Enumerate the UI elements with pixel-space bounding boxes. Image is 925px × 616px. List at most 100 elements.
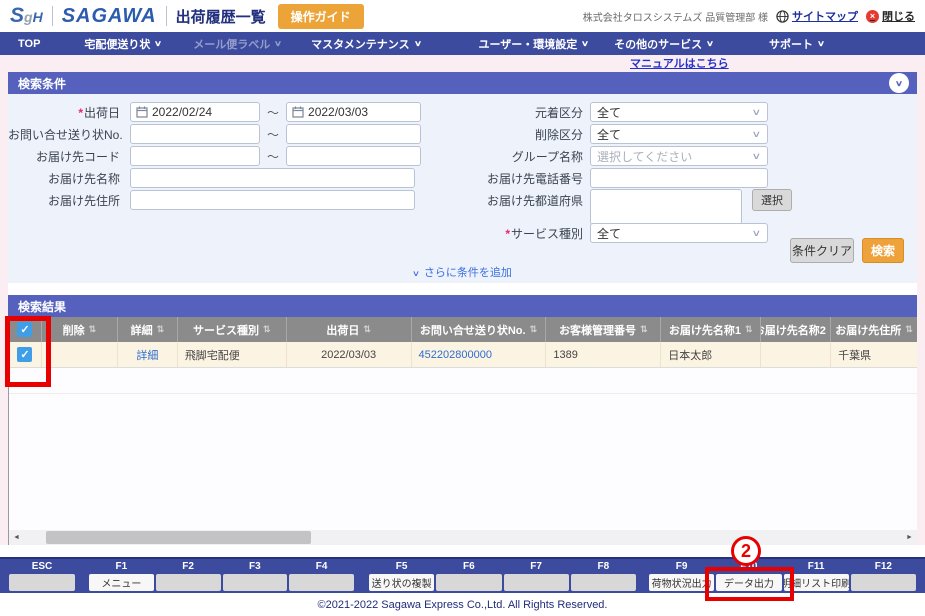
scroll-right-arrow[interactable]: ► bbox=[902, 530, 917, 545]
close-link[interactable]: × 閉じる bbox=[866, 8, 915, 24]
dest-name1-value: 日本太郎 bbox=[668, 347, 712, 363]
fn-button-cargo-status-output[interactable]: 荷物状況出力 bbox=[649, 574, 714, 591]
chevron-down-icon: ∨ bbox=[752, 151, 762, 162]
dest-code-to-input[interactable] bbox=[286, 146, 421, 166]
fn-button-f2[interactable] bbox=[156, 574, 221, 591]
dest-pref-label: お届け先都道府県 bbox=[468, 192, 583, 209]
fn-button-f12[interactable] bbox=[851, 574, 916, 591]
cell-customer-no: 1389 bbox=[546, 342, 661, 367]
nav-item-support[interactable]: サポート∨ bbox=[769, 36, 824, 52]
sort-icon: ⇅ bbox=[905, 324, 913, 335]
column-header-dest-addr[interactable]: お届け先住所⇅ bbox=[831, 317, 917, 342]
nav-item-master-maintenance[interactable]: マスタメンテナンス∨ bbox=[311, 36, 420, 52]
add-conditions-link[interactable]: ∨さらに条件を追加 bbox=[8, 264, 917, 280]
fn-button-data-output[interactable]: データ出力 bbox=[716, 574, 781, 591]
ship-date-to-input[interactable] bbox=[286, 102, 421, 122]
ship-date-from-value[interactable] bbox=[152, 105, 254, 119]
delete-kubun-label: 削除区分 bbox=[468, 126, 583, 143]
tracking-no-from-value[interactable] bbox=[136, 127, 254, 141]
horizontal-scrollbar[interactable]: ◄ ► bbox=[9, 530, 917, 545]
dest-name-label: お届け先名称 bbox=[8, 170, 120, 187]
service-type-select[interactable]: 全て∨ bbox=[590, 223, 768, 243]
fn-button-f6[interactable] bbox=[436, 574, 501, 591]
pref-select-button[interactable]: 選択 bbox=[752, 189, 792, 211]
column-header-delete[interactable]: 削除⇅ bbox=[42, 317, 118, 342]
fn-button-copy-invoice[interactable]: 送り状の複製 bbox=[369, 574, 434, 591]
fn-button-f4[interactable] bbox=[289, 574, 354, 591]
clear-conditions-button[interactable]: 条件クリア bbox=[790, 238, 854, 263]
tracking-no-to-value[interactable] bbox=[292, 127, 415, 141]
row-checkbox[interactable]: ✓ bbox=[17, 347, 32, 362]
tracking-no-link[interactable]: 452202800000 bbox=[419, 349, 492, 361]
column-header-detail[interactable]: 詳細⇅ bbox=[118, 317, 178, 342]
fn-button-label: 荷物状況出力 bbox=[652, 575, 712, 590]
nav-item-user-settings[interactable]: ユーザー・環境設定∨ bbox=[478, 36, 588, 52]
moto-kubun-select[interactable]: 全て∨ bbox=[590, 102, 768, 122]
dest-code-to-value[interactable] bbox=[292, 149, 415, 163]
fn-key-label: F9 bbox=[648, 561, 715, 572]
range-tilde: ～ bbox=[267, 104, 279, 121]
dest-addr-value[interactable] bbox=[136, 193, 409, 207]
fn-key-label: F4 bbox=[288, 561, 355, 572]
scroll-left-arrow[interactable]: ◄ bbox=[9, 530, 24, 545]
nav-item-takuhaibin-invoice[interactable]: 宅配便送り状∨ bbox=[84, 36, 161, 52]
divider bbox=[166, 6, 167, 26]
chevron-down-icon: ∨ bbox=[154, 39, 162, 48]
field-label: サービス種別 bbox=[511, 227, 583, 241]
manual-link[interactable]: マニュアルはこちら bbox=[630, 55, 729, 71]
cell-service: 飛脚宅配便 bbox=[178, 342, 287, 367]
dest-code-from-value[interactable] bbox=[136, 149, 254, 163]
search-button[interactable]: 検索 bbox=[862, 238, 904, 263]
ship-date-from-input[interactable] bbox=[130, 102, 260, 122]
nav-item-top[interactable]: TOP bbox=[18, 38, 40, 50]
dest-phone-label: お届け先電話番号 bbox=[468, 170, 583, 187]
dest-addr-input[interactable] bbox=[130, 190, 415, 210]
fn-button-f7[interactable] bbox=[504, 574, 569, 591]
dest-phone-value[interactable] bbox=[596, 171, 762, 185]
delete-kubun-select[interactable]: 全て∨ bbox=[590, 124, 768, 144]
column-label: お届け先名称2 bbox=[761, 322, 826, 338]
column-header-ship-date[interactable]: 出荷日⇅ bbox=[287, 317, 412, 342]
sort-icon: ⇅ bbox=[640, 324, 648, 335]
close-label: 閉じる bbox=[882, 8, 915, 24]
dest-pref-input[interactable] bbox=[590, 189, 742, 225]
cell-delete bbox=[42, 342, 118, 367]
scrollbar-thumb[interactable] bbox=[46, 531, 311, 544]
sitemap-link[interactable]: サイトマップ bbox=[776, 8, 858, 24]
fn-button-f8[interactable] bbox=[571, 574, 636, 591]
column-header-dest-name2[interactable]: お届け先名称2⇅ bbox=[761, 317, 831, 342]
fn-button-detail-list-print[interactable]: 明細リスト印刷 bbox=[784, 574, 849, 591]
dest-phone-input[interactable] bbox=[590, 168, 768, 188]
cell-tracking-no: 452202800000 bbox=[412, 342, 547, 367]
ship-date-value: 2022/03/03 bbox=[321, 349, 376, 361]
column-header-service-type[interactable]: サービス種別⇅ bbox=[178, 317, 287, 342]
cell-ship-date: 2022/03/03 bbox=[287, 342, 412, 367]
select-all-checkbox[interactable]: ✓ bbox=[17, 322, 32, 337]
column-header-customer-no[interactable]: お客様管理番号⇅ bbox=[546, 317, 661, 342]
fn-button-esc[interactable] bbox=[9, 574, 75, 591]
divider bbox=[52, 6, 53, 26]
dest-name-input[interactable] bbox=[130, 168, 415, 188]
collapse-toggle[interactable]: ∨ bbox=[889, 73, 909, 93]
column-header-tracking-no[interactable]: お問い合せ送り状No.⇅ bbox=[412, 317, 547, 342]
chevron-down-icon: ∨ bbox=[895, 79, 903, 88]
chevron-down-icon: ∨ bbox=[752, 129, 762, 140]
nav-item-other-services[interactable]: その他のサービス∨ bbox=[614, 36, 713, 52]
operation-guide-button[interactable]: 操作ガイド bbox=[278, 4, 364, 29]
detail-link[interactable]: 詳細 bbox=[136, 347, 158, 363]
add-conditions-label: さらに条件を追加 bbox=[424, 267, 512, 279]
dest-name-value[interactable] bbox=[136, 171, 409, 185]
tracking-no-to-input[interactable] bbox=[286, 124, 421, 144]
ship-date-to-value[interactable] bbox=[308, 105, 415, 119]
group-name-select[interactable]: 選択してください∨ bbox=[590, 146, 768, 166]
tracking-no-from-input[interactable] bbox=[130, 124, 260, 144]
calendar-icon bbox=[292, 106, 304, 118]
column-label: 詳細 bbox=[131, 322, 153, 338]
select-all-checkbox-cell[interactable]: ✓ bbox=[9, 317, 42, 342]
row-checkbox-cell[interactable]: ✓ bbox=[9, 342, 42, 367]
fn-button-f3[interactable] bbox=[223, 574, 288, 591]
dest-code-label: お届け先コード bbox=[8, 148, 120, 165]
fn-button-menu[interactable]: メニュー bbox=[89, 574, 154, 591]
column-header-dest-name1[interactable]: お届け先名称1⇅ bbox=[661, 317, 761, 342]
dest-code-from-input[interactable] bbox=[130, 146, 260, 166]
